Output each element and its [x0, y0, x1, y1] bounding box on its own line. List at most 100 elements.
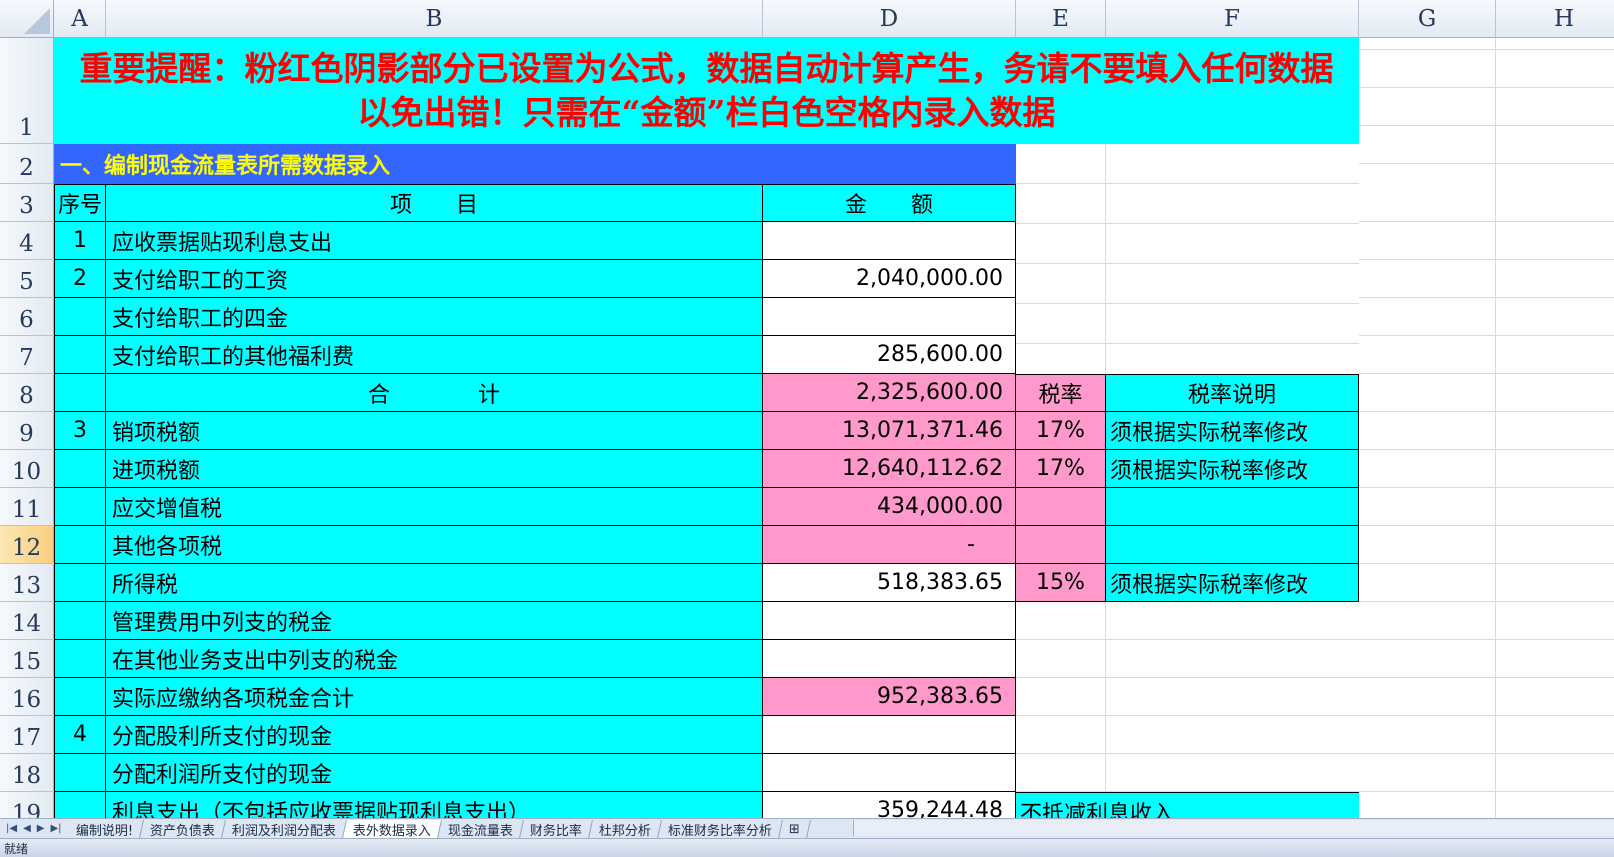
amount-input-cell[interactable] [763, 298, 1016, 336]
warning-banner[interactable]: 重要提醒：粉红色阴影部分已设置为公式，数据自动计算产生，务请不要填入任何数据以免… [54, 38, 1359, 144]
row-header-9[interactable]: 9 [0, 412, 54, 450]
rate-note-cell[interactable] [1106, 526, 1359, 564]
seq-cell[interactable] [54, 374, 106, 412]
seq-cell[interactable] [54, 336, 106, 374]
rate-cell[interactable]: 15% [1016, 564, 1106, 602]
column-header-h[interactable]: H [1496, 0, 1614, 38]
row-header-8[interactable]: 8 [0, 374, 54, 412]
item-cell[interactable]: 分配利润所支付的现金 [106, 754, 763, 792]
sheet-tab-active[interactable]: 表外数据录入 [342, 819, 442, 838]
column-header-a[interactable]: A [54, 0, 106, 38]
amount-input-cell[interactable] [763, 754, 1016, 792]
item-cell[interactable]: 进项税额 [106, 450, 763, 488]
rate-cell[interactable] [1016, 488, 1106, 526]
horizontal-scrollbar[interactable] [853, 820, 1614, 836]
row-header-18[interactable]: 18 [0, 754, 54, 792]
seq-cell[interactable] [54, 754, 106, 792]
seq-cell[interactable] [54, 678, 106, 716]
next-sheet-icon[interactable]: ▶ [37, 823, 45, 834]
row-header-16[interactable]: 16 [0, 678, 54, 716]
amount-input-cell[interactable] [763, 222, 1016, 260]
seq-cell[interactable]: 1 [54, 222, 106, 260]
row-header-15[interactable]: 15 [0, 640, 54, 678]
rate-cell[interactable] [1016, 526, 1106, 564]
item-cell[interactable]: 应收票据贴现利息支出 [106, 222, 763, 260]
amount-input-cell[interactable]: 2,040,000.00 [763, 260, 1016, 298]
amount-input-cell[interactable] [763, 602, 1016, 640]
item-cell[interactable]: 应交增值税 [106, 488, 763, 526]
select-all-corner[interactable] [0, 0, 54, 38]
rate-cell[interactable]: 17% [1016, 450, 1106, 488]
header-seq[interactable]: 序号 [54, 184, 106, 222]
item-cell[interactable]: 支付给职工的工资 [106, 260, 763, 298]
item-cell[interactable]: 分配股利所支付的现金 [106, 716, 763, 754]
rate-note-cell[interactable]: 须根据实际税率修改 [1106, 412, 1359, 450]
item-cell[interactable]: 销项税额 [106, 412, 763, 450]
amount-input-cell[interactable] [763, 716, 1016, 754]
item-cell[interactable]: 其他各项税 [106, 526, 763, 564]
column-header-g[interactable]: G [1359, 0, 1496, 38]
spreadsheet-grid[interactable]: A B D E F G H 1 2 3 4 5 6 7 8 9 10 11 12… [0, 0, 1614, 818]
amount-formula-cell[interactable]: 434,000.00 [763, 488, 1016, 526]
row-header-2[interactable]: 2 [0, 144, 54, 184]
row-header-11[interactable]: 11 [0, 488, 54, 526]
last-sheet-icon[interactable]: ▶| [50, 823, 61, 834]
row-header-5[interactable]: 5 [0, 260, 54, 298]
row-header-10[interactable]: 10 [0, 450, 54, 488]
rate-note-cell[interactable]: 须根据实际税率修改 [1106, 564, 1359, 602]
amount-input-cell[interactable] [763, 640, 1016, 678]
seq-cell[interactable] [54, 526, 106, 564]
amount-formula-cell[interactable]: 2,325,600.00 [763, 374, 1016, 412]
item-cell[interactable]: 在其他业务支出中列支的税金 [106, 640, 763, 678]
item-cell[interactable]: 管理费用中列支的税金 [106, 602, 763, 640]
amount-formula-cell[interactable]: 12,640,112.62 [763, 450, 1016, 488]
amount-input-cell[interactable]: 359,244.48 [763, 792, 1016, 818]
row-header-7[interactable]: 7 [0, 336, 54, 374]
seq-cell[interactable]: 2 [54, 260, 106, 298]
sheet-tab[interactable]: 杜邦分析 [588, 819, 662, 838]
sheet-tab[interactable]: 财务比率 [519, 819, 593, 838]
seq-cell[interactable] [54, 602, 106, 640]
row-header-19[interactable]: 19 [0, 792, 54, 818]
column-header-b[interactable]: B [106, 0, 763, 38]
column-header-d[interactable]: D [763, 0, 1016, 38]
row-header-13[interactable]: 13 [0, 564, 54, 602]
item-cell[interactable]: 所得税 [106, 564, 763, 602]
rate-note-cell[interactable] [1106, 488, 1359, 526]
sheet-tab[interactable]: 编制说明! [65, 819, 144, 838]
seq-cell[interactable] [54, 488, 106, 526]
seq-cell[interactable] [54, 298, 106, 336]
row-header-17[interactable]: 17 [0, 716, 54, 754]
column-header-e[interactable]: E [1016, 0, 1106, 38]
row-header-3[interactable]: 3 [0, 184, 54, 222]
sheet-tab[interactable]: 利润及利润分配表 [221, 819, 347, 838]
sheet-tab[interactable]: 标准财务比率分析 [657, 819, 783, 838]
sheet-tab[interactable]: 现金流量表 [437, 819, 524, 838]
row-header-14[interactable]: 14 [0, 602, 54, 640]
insert-sheet-button[interactable]: ⊞ [778, 819, 811, 838]
amount-formula-cell[interactable]: - [763, 526, 1016, 564]
column-header-f[interactable]: F [1106, 0, 1359, 38]
seq-cell[interactable] [54, 450, 106, 488]
amount-formula-cell[interactable]: 952,383.65 [763, 678, 1016, 716]
first-sheet-icon[interactable]: |◀ [6, 823, 17, 834]
item-cell-total[interactable]: 合 计 [106, 374, 763, 412]
seq-cell[interactable] [54, 640, 106, 678]
prev-sheet-icon[interactable]: ◀ [23, 823, 31, 834]
amount-input-cell[interactable]: 518,383.65 [763, 564, 1016, 602]
seq-cell[interactable]: 4 [54, 716, 106, 754]
seq-cell[interactable]: 3 [54, 412, 106, 450]
rate-cell[interactable]: 17% [1016, 412, 1106, 450]
item-cell[interactable]: 支付给职工的其他福利费 [106, 336, 763, 374]
row-header-4[interactable]: 4 [0, 222, 54, 260]
row-header-6[interactable]: 6 [0, 298, 54, 336]
header-amount[interactable]: 金 额 [763, 184, 1016, 222]
row-header-1[interactable]: 1 [0, 38, 54, 144]
header-rate[interactable]: 税率 [1016, 374, 1106, 412]
item-cell[interactable]: 实际应缴纳各项税金合计 [106, 678, 763, 716]
rate-note-cell[interactable]: 不抵减利息收入 [1016, 792, 1359, 818]
seq-cell[interactable] [54, 792, 106, 818]
amount-formula-cell[interactable]: 13,071,371.46 [763, 412, 1016, 450]
header-item[interactable]: 项 目 [106, 184, 763, 222]
section-title[interactable]: 一、编制现金流量表所需数据录入 [54, 144, 1016, 184]
